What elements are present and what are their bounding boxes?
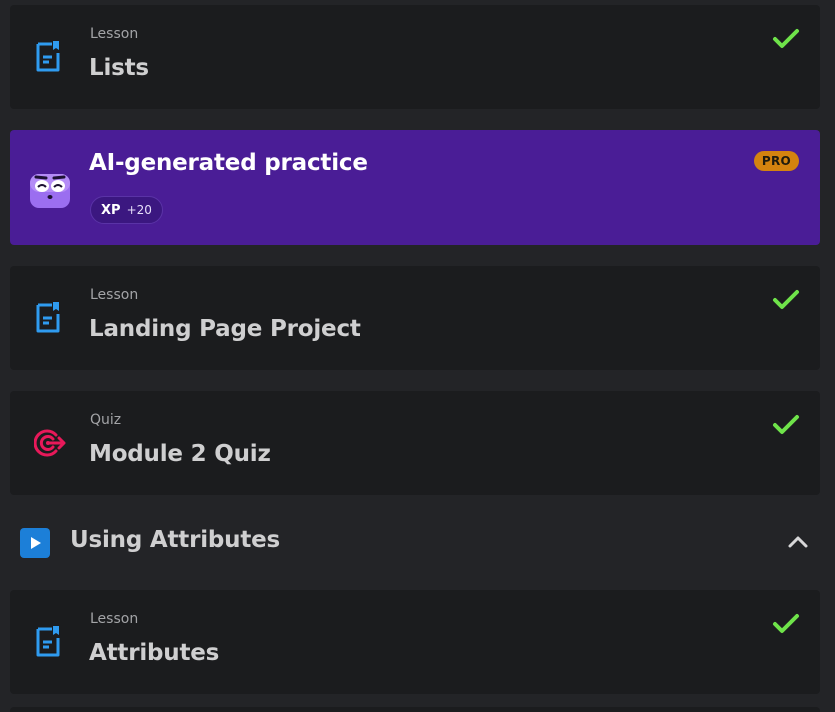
ai-practice-card[interactable]: AI-generated practice XP +20 PRO <box>10 130 820 245</box>
lesson-card-landing-page-project[interactable]: Lesson Landing Page Project <box>10 266 820 370</box>
item-title: Landing Page Project <box>89 316 361 342</box>
checkmark-icon <box>773 290 799 309</box>
next-item-card-partial[interactable] <box>10 707 820 712</box>
item-title: Lists <box>89 55 149 81</box>
xp-label: XP <box>101 202 121 218</box>
lesson-card-lists[interactable]: Lesson Lists <box>10 5 820 109</box>
xp-reward-badge: XP +20 <box>90 196 163 224</box>
xp-amount: +20 <box>126 203 152 217</box>
item-title: Module 2 Quiz <box>89 441 271 467</box>
lesson-doc-icon <box>36 626 60 657</box>
item-kind: Lesson <box>90 611 139 627</box>
checkmark-icon <box>773 614 799 633</box>
chevron-up-icon[interactable] <box>787 532 809 552</box>
item-title: Attributes <box>89 640 220 666</box>
quiz-card-module-2[interactable]: Quiz Module 2 Quiz <box>10 391 820 495</box>
item-kind: Lesson <box>90 287 139 303</box>
play-icon <box>20 528 50 558</box>
checkmark-icon <box>773 29 799 48</box>
item-kind: Lesson <box>90 26 139 42</box>
mascot-icon <box>30 174 70 208</box>
practice-title: AI-generated practice <box>89 150 368 176</box>
pro-badge: PRO <box>753 151 799 171</box>
section-title: Using Attributes <box>70 527 281 553</box>
section-header-using-attributes[interactable]: Using Attributes <box>0 518 835 566</box>
lesson-card-attributes[interactable]: Lesson Attributes <box>10 590 820 694</box>
checkmark-icon <box>773 415 799 434</box>
item-kind: Quiz <box>90 412 122 428</box>
quiz-target-icon <box>34 429 66 457</box>
course-module-list: Lesson Lists AI-generated practice XP +2… <box>0 0 835 712</box>
lesson-doc-icon <box>36 302 60 333</box>
lesson-doc-icon <box>36 41 60 72</box>
